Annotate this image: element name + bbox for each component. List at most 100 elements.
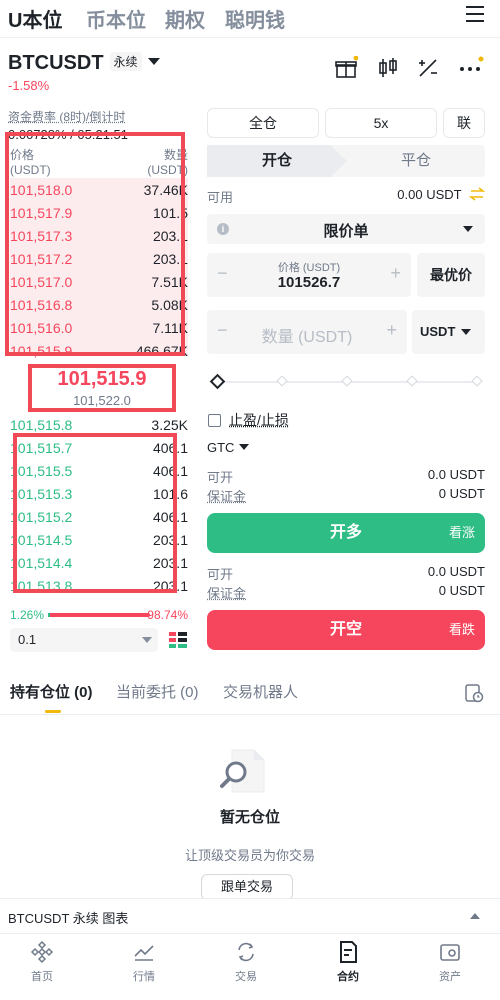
price-input[interactable]: − 价格 (USDT) 101526.7 + xyxy=(207,253,411,297)
tab-options[interactable]: 期权 xyxy=(165,4,205,33)
tab-coin-m[interactable]: 币本位 xyxy=(86,4,146,33)
slider-step-75[interactable] xyxy=(406,375,418,387)
price-increment-button[interactable]: + xyxy=(390,263,401,284)
tab-positions[interactable]: 持有仓位 (0) xyxy=(10,681,93,702)
candlestick-icon[interactable] xyxy=(376,56,400,80)
nav-assets[interactable]: 资产 xyxy=(420,940,480,984)
nav-markets-label: 行情 xyxy=(133,971,155,983)
order-history-icon[interactable] xyxy=(464,683,484,703)
price-change: -1.58% xyxy=(8,78,50,93)
chart-toggle-bar[interactable]: BTCUSDT 永续 图表 xyxy=(0,898,500,932)
nav-markets[interactable]: 行情 xyxy=(114,940,174,984)
long-max-open-label: 可开 xyxy=(207,470,234,485)
orderbook-layout-icon[interactable] xyxy=(168,630,188,650)
available-label: 可用 xyxy=(207,190,234,205)
short-max-open: 可开 0.0 USDT xyxy=(207,564,485,583)
chevron-down-icon xyxy=(142,637,152,643)
depth-precision-select[interactable]: 0.1 xyxy=(10,628,158,652)
pair-selector[interactable]: BTCUSDT 永续 xyxy=(8,52,160,75)
order-type-select[interactable]: i 限价单 xyxy=(207,214,485,244)
tab-close[interactable]: 平仓 xyxy=(347,145,485,177)
available-value-wrap: 0.00 USDT xyxy=(397,187,486,202)
tab-usdt-m[interactable]: U本位 xyxy=(8,4,62,33)
calculator-icon[interactable] xyxy=(416,56,440,80)
ratio-bar xyxy=(48,613,150,617)
quantity-slider[interactable] xyxy=(209,373,483,390)
short-margin-value: 0 USDT xyxy=(438,583,485,598)
market-type-tabs: U本位 币本位 期权 聪明钱 xyxy=(0,0,500,38)
menu-icon[interactable] xyxy=(466,6,484,24)
futures-document-icon xyxy=(340,941,357,963)
more-icon[interactable] xyxy=(458,56,484,80)
open-short-button[interactable]: 开空 看跌 xyxy=(207,610,485,650)
nav-home-label: 首页 xyxy=(31,971,53,983)
price-input-label: 价格 (USDT) xyxy=(277,262,341,274)
tab-smart-money[interactable]: 聪明钱 xyxy=(225,4,285,33)
qty-increment-button[interactable]: + xyxy=(386,320,397,341)
margin-mode-button[interactable]: 全仓 xyxy=(207,108,319,138)
bid-price: 101,515.8 xyxy=(10,417,73,433)
slider-handle[interactable] xyxy=(209,373,226,390)
long-max-open: 可开 0.0 USDT xyxy=(207,467,485,486)
copy-trading-button[interactable]: 跟单交易 xyxy=(201,874,293,900)
quantity-input[interactable]: − 数量 (USDT) + xyxy=(207,310,407,354)
time-in-force-select[interactable]: GTC xyxy=(207,440,250,455)
leverage-button[interactable]: 5x xyxy=(325,108,437,138)
empty-document-icon xyxy=(220,749,265,793)
home-logo-icon xyxy=(30,940,54,964)
long-margin: 保证金 0 USDT xyxy=(207,486,485,505)
slider-step-100[interactable] xyxy=(471,375,483,387)
divider xyxy=(0,714,500,715)
active-tab-indicator xyxy=(45,710,61,713)
long-max-open-value: 0.0 USDT xyxy=(427,467,485,482)
open-short-label: 开空 xyxy=(329,621,362,638)
long-margin-label: 保证金 xyxy=(207,489,247,504)
wallet-icon xyxy=(440,944,460,961)
long-margin-value: 0 USDT xyxy=(438,486,485,501)
available-balance: 可用 0.00 USDT xyxy=(207,187,486,206)
depth-precision-value: 0.1 xyxy=(18,632,37,647)
chevron-down-icon xyxy=(239,444,250,450)
asks-highlight-box xyxy=(5,132,185,356)
tab-open[interactable]: 开仓 xyxy=(207,145,347,177)
nav-trade-label: 交易 xyxy=(235,971,257,983)
tab-open-orders[interactable]: 当前委托 (0) xyxy=(116,681,199,702)
chart-line-icon xyxy=(134,945,154,961)
empty-title: 暂无仓位 xyxy=(219,809,280,826)
asset-mode-button[interactable]: 联 xyxy=(443,108,485,138)
order-type-value: 限价单 xyxy=(323,223,369,240)
chevron-down-icon xyxy=(461,329,471,335)
checkbox[interactable] xyxy=(208,414,221,427)
funding-rate-label[interactable]: 资金费率 (8时)/倒计时 xyxy=(8,108,128,125)
best-price-button[interactable]: 最优价 xyxy=(417,253,485,297)
transfer-icon[interactable] xyxy=(468,187,486,201)
open-long-button[interactable]: 开多 看涨 xyxy=(207,513,485,553)
time-in-force-value: GTC xyxy=(207,440,235,455)
chevron-up-icon xyxy=(470,913,480,919)
tpsl-label: 止盈/止损 xyxy=(229,412,289,428)
sell-ratio: 98.74% xyxy=(147,608,188,622)
gift-icon[interactable] xyxy=(334,56,358,80)
slider-step-50[interactable] xyxy=(341,375,353,387)
nav-trade[interactable]: 交易 xyxy=(216,940,276,984)
nav-futures-label: 合约 xyxy=(337,971,359,983)
tab-trading-bots[interactable]: 交易机器人 xyxy=(223,681,298,702)
quantity-unit-select[interactable]: USDT xyxy=(412,310,485,354)
chart-bar-label: BTCUSDT 永续 图表 xyxy=(8,911,129,926)
chevron-down-icon xyxy=(463,226,473,232)
open-long-label: 开多 xyxy=(329,524,362,541)
short-margin-label: 保证金 xyxy=(207,586,247,601)
price-input-value[interactable]: 101526.7 xyxy=(207,274,411,291)
short-max-open-value: 0.0 USDT xyxy=(427,564,485,579)
nav-futures[interactable]: 合约 xyxy=(318,940,378,984)
bids-highlight-box xyxy=(13,433,177,593)
last-price-highlight-box xyxy=(28,364,176,412)
nav-home[interactable]: 首页 xyxy=(12,940,72,984)
contract-type-badge: 永续 xyxy=(109,52,142,71)
tpsl-checkbox[interactable]: 止盈/止损 xyxy=(208,410,289,430)
slider-step-25[interactable] xyxy=(276,375,288,387)
empty-subtitle: 让顶级交易员为你交易 xyxy=(184,848,315,863)
buy-ratio-fill xyxy=(48,613,50,617)
header-actions xyxy=(334,56,484,80)
short-max-open-label: 可开 xyxy=(207,567,234,582)
